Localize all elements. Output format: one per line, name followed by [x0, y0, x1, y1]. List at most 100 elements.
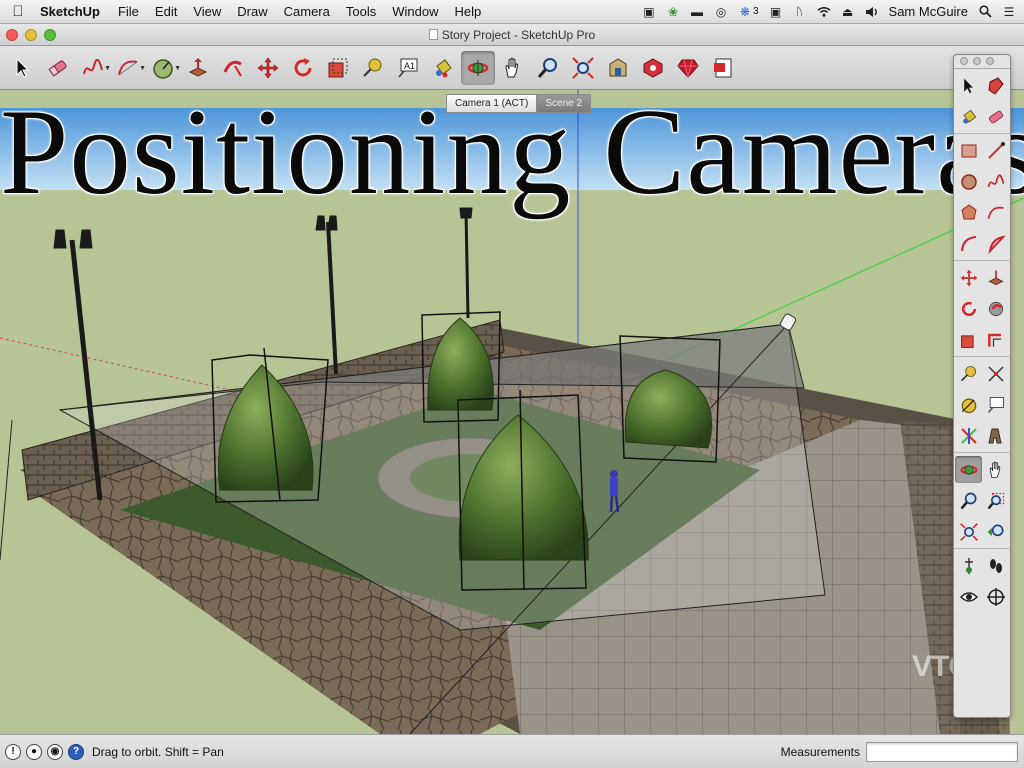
volume-icon[interactable]: [865, 5, 879, 18]
cloud-sync-icon[interactable]: ❋: [738, 5, 752, 19]
palette-zoom-button[interactable]: [955, 487, 982, 514]
menu-edit[interactable]: Edit: [147, 4, 185, 19]
palette-rectangle-button[interactable]: [955, 137, 982, 164]
follow-me-tool-button[interactable]: [216, 51, 250, 85]
palette-protractor-button[interactable]: [955, 391, 982, 418]
menu-draw[interactable]: Draw: [229, 4, 275, 19]
select-tool-button[interactable]: [6, 51, 40, 85]
palette-look-around-button[interactable]: [955, 583, 982, 610]
user-name[interactable]: Sam McGuire: [889, 4, 968, 19]
palette-position-camera-button[interactable]: [955, 552, 982, 579]
palette-text-button[interactable]: [982, 391, 1009, 418]
menu-help[interactable]: Help: [446, 4, 489, 19]
palette-two-point-arc-button[interactable]: [955, 230, 982, 257]
palette-freehand-button[interactable]: [982, 168, 1009, 195]
palette-select-button[interactable]: [955, 72, 982, 99]
palette-previous-view-button[interactable]: [982, 518, 1009, 545]
arc-tool-button[interactable]: ▼: [111, 51, 146, 85]
freehand-tool-button[interactable]: ▼: [76, 51, 111, 85]
palette-close-button[interactable]: [960, 57, 968, 65]
zoom-tool-button[interactable]: [531, 51, 565, 85]
palette-orbit-button[interactable]: [955, 456, 982, 483]
palette-rotate-button[interactable]: [955, 295, 982, 322]
palette-paint-bucket-button[interactable]: [955, 103, 982, 130]
menu-view[interactable]: View: [185, 4, 229, 19]
palette-zoom-window-button[interactable]: [982, 487, 1009, 514]
palette-line-button[interactable]: [982, 137, 1009, 164]
palette-walk-button[interactable]: [982, 552, 1009, 579]
protractor-tool-button[interactable]: ▼: [146, 51, 181, 85]
palette-minimize-button[interactable]: [973, 57, 981, 65]
app-menu[interactable]: SketchUp: [36, 4, 110, 19]
palette-offset-button[interactable]: [982, 326, 1009, 353]
zoom-extents-icon: [959, 522, 978, 541]
palette-dimension-button[interactable]: [982, 360, 1009, 387]
palette-scale-button[interactable]: [955, 326, 982, 353]
menu-file[interactable]: File: [110, 4, 147, 19]
text-tool-button[interactable]: A1: [391, 51, 425, 85]
dropdown-caret-icon[interactable]: ▼: [139, 65, 146, 72]
make-component-icon: [987, 76, 1004, 95]
window-title: Story Project - SketchUp Pro: [441, 28, 596, 42]
ruby-button[interactable]: [671, 51, 705, 85]
model-viewport[interactable]: Camera 1 (ACT) Scene 2 Positioning Camer…: [0, 90, 1024, 734]
extension-warehouse-button[interactable]: [636, 51, 670, 85]
palette-3d-text-button[interactable]: [982, 422, 1009, 449]
menu-window[interactable]: Window: [384, 4, 446, 19]
move-tool-button[interactable]: [251, 51, 285, 85]
badge-count: 3: [752, 6, 759, 17]
search-icon[interactable]: [978, 5, 992, 18]
orbit-tool-button[interactable]: [461, 50, 495, 85]
warehouse-button[interactable]: [601, 51, 635, 85]
palette-circle-button[interactable]: [955, 168, 982, 195]
push-pull-tool-button[interactable]: [181, 51, 215, 85]
palette-polygon-button[interactable]: [955, 199, 982, 226]
palette-make-component-button[interactable]: [982, 72, 1009, 99]
palette-axes-button[interactable]: [955, 422, 982, 449]
dropdown-caret-icon[interactable]: ▼: [104, 65, 111, 72]
layout-button[interactable]: [706, 51, 740, 85]
minus-icon[interactable]: ▬: [690, 5, 704, 19]
menu-tools[interactable]: Tools: [338, 4, 384, 19]
palette-pie-button[interactable]: [982, 230, 1009, 257]
screen-icon[interactable]: ▣: [769, 5, 783, 19]
palette-zoom-extents-button[interactable]: [955, 518, 982, 545]
wifi-icon[interactable]: [817, 5, 831, 18]
palette-follow-me-button[interactable]: [982, 295, 1009, 322]
palette-arc-button[interactable]: [982, 199, 1009, 226]
measurements-input[interactable]: [866, 741, 1018, 762]
rotate-tool-button[interactable]: [286, 51, 320, 85]
main-toolbar: ▼ ▼ ▼ A1: [0, 46, 1024, 90]
tape-measure-tool-button[interactable]: [356, 51, 390, 85]
eject-icon[interactable]: ⏏: [841, 5, 855, 19]
menu-camera[interactable]: Camera: [276, 4, 338, 19]
apple-menu-icon[interactable]: : [0, 3, 36, 20]
zoom-extents-tool-button[interactable]: [566, 51, 600, 85]
facetime-icon[interactable]: ▣: [642, 5, 656, 19]
palette-zoom-button[interactable]: [986, 57, 994, 65]
paint-bucket-tool-button[interactable]: [426, 51, 460, 85]
follow-me-icon: [988, 301, 1003, 316]
scale-tool-button[interactable]: [321, 51, 355, 85]
pan-tool-button[interactable]: [496, 51, 530, 85]
bluetooth-icon[interactable]: ᚢ: [793, 5, 807, 18]
target-icon[interactable]: ◎: [714, 5, 728, 19]
dropdown-caret-icon[interactable]: ▼: [174, 65, 181, 72]
geo-icon[interactable]: ◉: [47, 743, 63, 760]
text-icon: [987, 396, 1004, 413]
user-icon[interactable]: ●: [26, 743, 42, 760]
palette-title-bar[interactable]: [954, 55, 1010, 69]
arc-icon: [987, 206, 1004, 219]
palette-pan-button[interactable]: [982, 456, 1009, 483]
eraser-tool-button[interactable]: [41, 51, 75, 85]
flower-icon[interactable]: ❀: [666, 5, 680, 19]
palette-section-plane-button[interactable]: [982, 583, 1009, 610]
help-icon[interactable]: ?: [68, 743, 84, 760]
palette-eraser-button[interactable]: [982, 103, 1009, 130]
palette-push-pull-button[interactable]: [982, 264, 1009, 291]
list-icon[interactable]: ☰: [1002, 5, 1016, 19]
info-icon[interactable]: !: [5, 743, 21, 760]
palette-move-button[interactable]: [955, 264, 982, 291]
pie-icon: [987, 234, 1006, 254]
palette-tape-measure-button[interactable]: [955, 360, 982, 387]
